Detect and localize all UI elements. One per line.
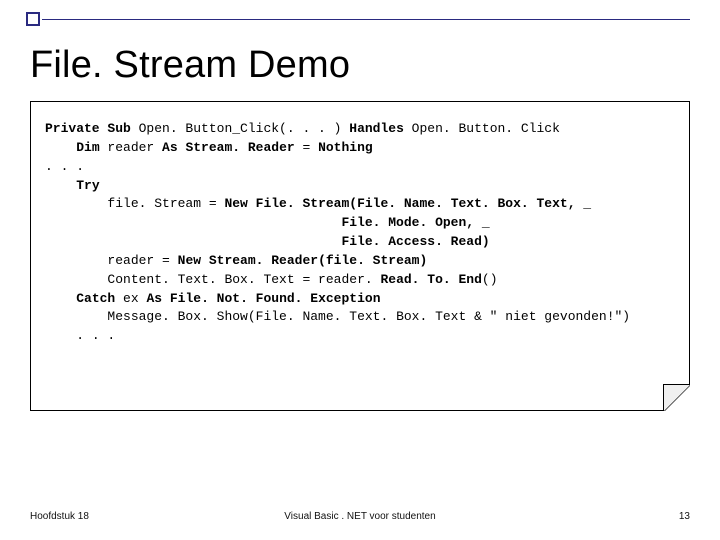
type-filenotfoundexception: File. Not. Found. Exception	[170, 291, 381, 306]
code-text: file. Stream =	[107, 196, 224, 211]
expr-new-filestream: New File. Stream(File. Name. Text. Box. …	[224, 196, 591, 211]
code-text: reader	[100, 140, 162, 155]
kw-as: As	[162, 140, 185, 155]
method-readtoend: Read. To. End	[380, 272, 481, 287]
code-text: Content. Text. Box. Text = reader.	[107, 272, 380, 287]
code-block: Private Sub Open. Button_Click(. . . ) H…	[45, 120, 677, 346]
kw-as: As	[146, 291, 169, 306]
type-streamreader: Stream. Reader	[185, 140, 294, 155]
code-text: reader =	[107, 253, 177, 268]
slide: File. Stream Demo Private Sub Open. Butt…	[0, 0, 720, 540]
code-text: . . .	[45, 159, 84, 174]
accent-line	[42, 19, 690, 20]
expr-filemode: File. Mode. Open, _	[341, 215, 489, 230]
accent-square-icon	[26, 12, 40, 26]
footer-page-number: 13	[679, 511, 690, 522]
kw-catch: Catch	[76, 291, 115, 306]
slide-footer: Hoofdstuk 18 Visual Basic . NET voor stu…	[30, 511, 690, 522]
slide-title: File. Stream Demo	[30, 44, 690, 87]
footer-title: Visual Basic . NET voor studenten	[284, 511, 435, 522]
code-text: Open. Button. Click	[404, 121, 560, 136]
code-text: ()	[482, 272, 498, 287]
code-text: =	[295, 140, 318, 155]
kw-private-sub: Private Sub	[45, 121, 131, 136]
code-text: ex	[115, 291, 146, 306]
code-box: Private Sub Open. Button_Click(. . . ) H…	[30, 101, 690, 411]
code-text: . . .	[76, 328, 115, 343]
kw-try: Try	[76, 178, 99, 193]
code-text: Message. Box. Show(File. Name. Text. Box…	[107, 309, 630, 324]
code-text: Open. Button_Click(. . . )	[131, 121, 349, 136]
footer-chapter: Hoofdstuk 18	[30, 511, 89, 522]
page-curl-icon	[664, 385, 690, 411]
expr-new-streamreader: New Stream. Reader(file. Stream)	[178, 253, 428, 268]
expr-fileaccess: File. Access. Read)	[341, 234, 489, 249]
kw-nothing: Nothing	[318, 140, 373, 155]
kw-handles: Handles	[349, 121, 404, 136]
kw-dim: Dim	[76, 140, 99, 155]
